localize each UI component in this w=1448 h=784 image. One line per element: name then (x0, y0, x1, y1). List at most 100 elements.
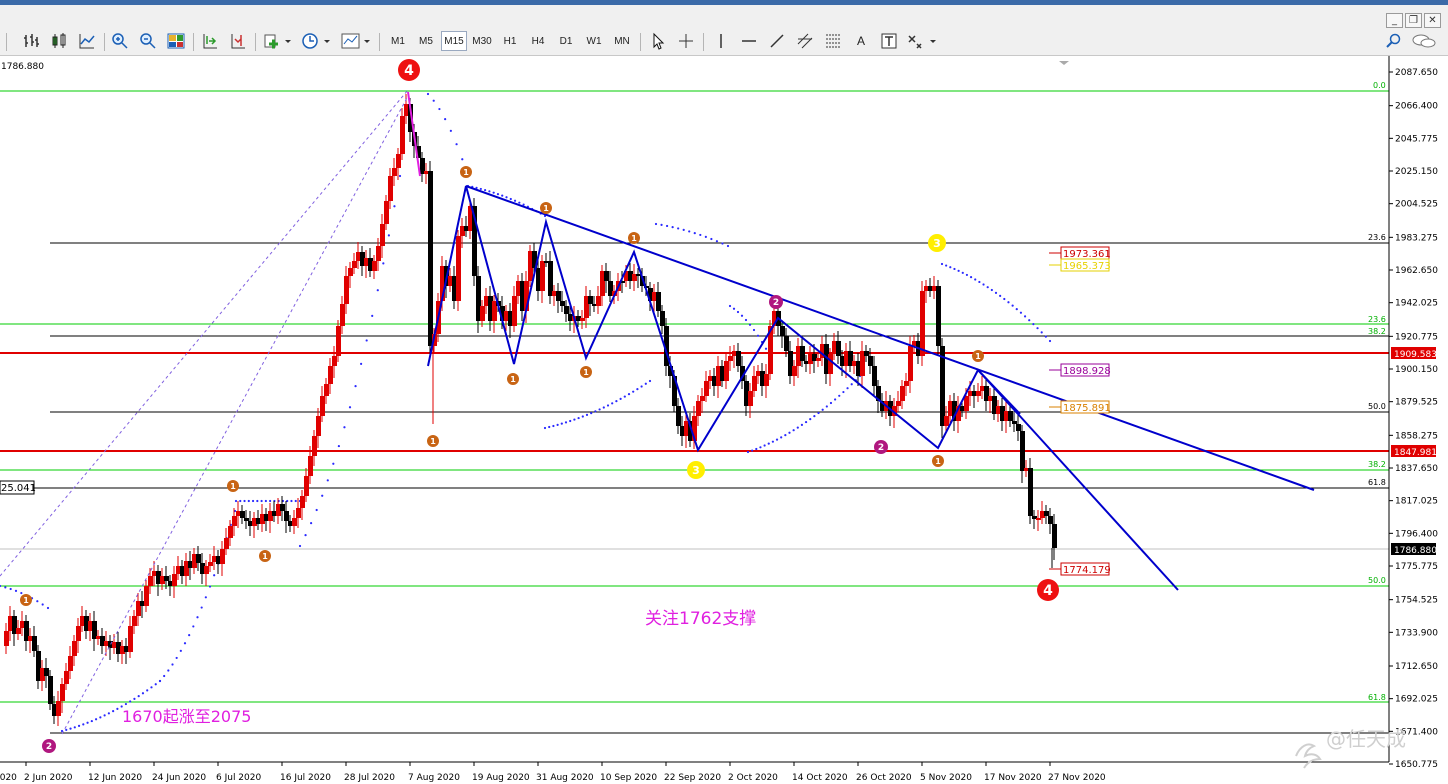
sar-dot (304, 534, 307, 537)
line-chart-icon[interactable] (76, 31, 98, 51)
timeframe-h1-button[interactable]: H1 (497, 31, 523, 51)
price-chart[interactable]: 4 4 2 2 2 3 3 1 1 1 1 1 1 1 1 1 1 1 2087.650 2066.400 2045.… (0, 56, 1448, 784)
restore-button[interactable]: ❐ (1405, 13, 1422, 28)
bear-candle (1008, 411, 1013, 421)
bear-candle (560, 301, 565, 306)
bull-candle (724, 361, 729, 381)
auto-scroll-icon[interactable] (199, 31, 221, 51)
bear-candle (280, 504, 285, 511)
sar-dot (829, 401, 833, 405)
fib-level-label: 61.8 (1368, 693, 1386, 702)
sar-dot (957, 269, 960, 272)
sar-dot (800, 423, 804, 426)
candlestick-icon[interactable] (48, 31, 70, 51)
sar-dot (556, 423, 559, 426)
timeframe-w1-button[interactable]: W1 (581, 31, 607, 51)
boxed-price-label: 1898.928 (1063, 366, 1111, 377)
sar-dot (764, 347, 768, 350)
sar-dot (564, 421, 568, 424)
sar-dot (846, 387, 849, 390)
sar-dot (393, 205, 396, 208)
sar-dot (488, 190, 491, 193)
sar-dot (251, 499, 255, 503)
search-icon[interactable] (1383, 31, 1405, 51)
periods-menu-icon[interactable] (300, 31, 332, 51)
date-axis-label: 22 Sep 2020 (664, 773, 721, 783)
text-tool-button[interactable]: A (850, 31, 872, 51)
level-1-price-label: 1909.583 (1394, 350, 1437, 360)
sar-dot (615, 400, 618, 403)
sar-dot (704, 235, 707, 238)
bear-candle (1020, 431, 1025, 471)
timeframe-m5-button[interactable]: M5 (413, 31, 439, 51)
wave-1-marker-label: 1 (975, 352, 981, 361)
timeframe-mn-button[interactable]: MN (609, 31, 635, 51)
sar-dot (842, 390, 845, 394)
sar-dot (116, 707, 119, 710)
sar-dot (949, 266, 952, 269)
templates-menu-icon[interactable] (340, 31, 372, 51)
timeframe-m1-button[interactable]: M1 (385, 31, 411, 51)
toolbar-separator (640, 33, 641, 51)
bear-candle (872, 366, 877, 386)
date-axis-label: 27 Nov 2020 (1048, 773, 1106, 783)
indicators-menu-icon[interactable] (262, 31, 292, 51)
bar-chart-icon[interactable] (20, 31, 42, 51)
sar-dot (644, 382, 647, 385)
sar-dot (36, 600, 39, 603)
bull-candle (456, 236, 461, 301)
channel-icon[interactable] (794, 31, 816, 51)
timeframe-d1-button[interactable]: D1 (553, 31, 579, 51)
zoom-out-icon[interactable] (137, 31, 159, 51)
trendline-icon[interactable] (766, 31, 788, 51)
bull-candle (148, 576, 153, 586)
toolbar-grip (6, 33, 7, 51)
timeframe-h4-button[interactable]: H4 (525, 31, 551, 51)
zoom-in-icon[interactable] (109, 31, 131, 51)
sar-dot (461, 158, 464, 161)
chat-icon[interactable] (1410, 31, 1438, 51)
fib-level-label: 38.2 (1368, 327, 1386, 336)
sar-dot (740, 314, 744, 317)
sar-dot (163, 674, 166, 678)
sar-dot (129, 700, 132, 703)
sar-dot (721, 242, 724, 245)
bull-candle (56, 701, 61, 716)
minimize-button[interactable]: _ (1386, 13, 1403, 28)
bull-candle (4, 631, 9, 646)
fibonacci-icon[interactable] (822, 31, 844, 51)
sar-dot (112, 710, 115, 713)
bull-candle (220, 549, 225, 564)
bull-candle (172, 574, 177, 586)
wave-4-marker-bottom-label: 4 (1043, 583, 1053, 599)
crosshair-icon[interactable] (675, 31, 697, 51)
wave-1-marker-label: 1 (935, 457, 941, 466)
price-axis-label: 1900.150 (1395, 365, 1438, 375)
bull-candle (16, 628, 21, 634)
text-label-icon[interactable] (878, 31, 900, 51)
vertical-line-icon[interactable] (710, 31, 732, 51)
sar-dot (518, 201, 521, 204)
current-price-label: 1786.880 (1394, 546, 1437, 556)
chart-shift-icon[interactable] (227, 31, 249, 51)
horizontal-line-icon[interactable] (738, 31, 760, 51)
arrows-menu-icon[interactable] (906, 31, 938, 51)
sar-dot (239, 499, 242, 503)
fib-level-label: 0.0 (1373, 81, 1386, 90)
sar-dot (726, 244, 730, 248)
bull-candle (764, 374, 769, 386)
sar-dot (192, 625, 195, 628)
sar-dot (444, 118, 447, 121)
cursor-icon[interactable] (647, 31, 669, 51)
sar-dot (1036, 327, 1039, 330)
sar-dot (552, 424, 555, 428)
sar-dot (9, 587, 12, 591)
tile-windows-icon[interactable] (165, 31, 187, 51)
timeframe-m30-button[interactable]: M30 (469, 31, 495, 51)
price-axis-label: 2025.150 (1395, 167, 1438, 177)
sar-dot (809, 418, 812, 421)
close-button[interactable]: ✕ (1424, 13, 1441, 28)
timeframe-m15-button[interactable]: M15 (441, 31, 467, 51)
date-axis-label: 26 Oct 2020 (856, 773, 912, 783)
sar-dot (365, 339, 368, 342)
